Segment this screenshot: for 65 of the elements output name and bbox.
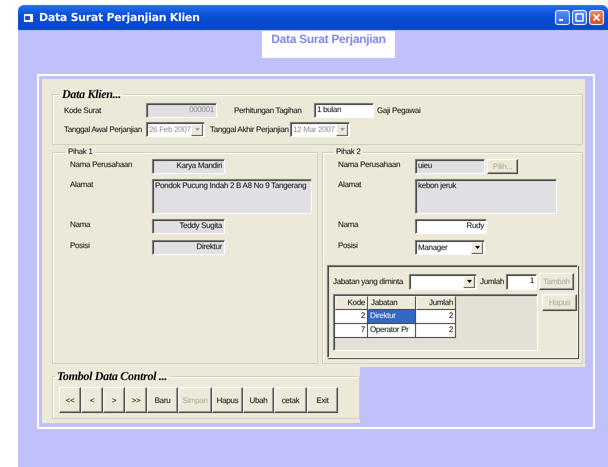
field-label: Tanggal Awal Perjanjian [64,125,143,134]
dropdown-value: 26 Feb 2007 [149,125,191,134]
close-button[interactable] [589,10,604,25]
form-heading: Data Surat Perjanjian [262,31,395,58]
text-field[interactable]: Direktur [152,240,225,255]
dropdown-button[interactable] [471,242,483,254]
table-cell: Operator Pr [368,324,416,338]
column-header[interactable]: Jabatan [368,296,416,310]
print-button[interactable]: cetak [274,387,307,413]
table-cell: 2 [416,310,456,324]
app-icon [24,12,34,22]
field-label: Perhitungan Tagihan [234,106,303,115]
field-label: Nama [70,219,92,229]
exit-button[interactable]: Exit [307,387,338,413]
field-label: Kode Surat [64,106,102,115]
table-cell: 7 [335,324,368,338]
previous-button[interactable]: < [81,387,103,413]
text-field[interactable]: Rudy [415,219,487,234]
field-label: Tanggal Akhir Perjanjian [210,125,290,134]
last-button[interactable]: >> [125,387,147,413]
dropdown-value: 12 Mar 2007 [293,125,335,134]
text-field[interactable]: 1 bulan [314,103,374,118]
table-cell: 2 [335,310,368,324]
address-field[interactable]: Pondok Pucung Indah 2 B A8 No 9 Tangerang [152,179,312,214]
field-label: Alamat [70,179,94,189]
new-button[interactable]: Baru [147,387,178,413]
field-label: Posisi [338,240,359,250]
caret-icon [194,128,200,131]
text-field[interactable]: Karya Mandiri [152,159,225,174]
first-button[interactable]: << [59,387,81,413]
edit-button[interactable]: Ubah [243,387,274,413]
caret-icon [466,280,472,283]
table-cell: Direktur [368,310,416,324]
group-title: Data Klien... [62,87,121,101]
dropdown-button[interactable] [463,276,475,288]
field-label: Gaji Pegawai [377,106,421,115]
minimize-button[interactable] [555,10,570,25]
field-label: Jumlah [480,277,504,286]
field-label: Nama [338,219,360,229]
group-title: Pihak 1 [68,147,93,156]
delete-button[interactable]: Hapus [212,387,243,413]
field-label: Alamat [338,179,362,189]
quantity-field[interactable]: 1 [506,274,537,290]
dropdown-field[interactable] [409,274,477,290]
column-header[interactable]: Kode [335,296,368,310]
text-field[interactable]: Teddy Sugita [152,219,225,234]
text-field[interactable]: uieu [415,159,485,174]
group-title: Tombol Data Control ... [57,369,168,383]
field-label: Nama Perusahaan [338,159,402,169]
caret-icon [474,246,480,249]
group-title: Pihak 2 [336,147,361,156]
column-header[interactable]: Jumlah [416,296,456,310]
field-label: Nama Perusahaan [70,159,134,169]
address-field[interactable]: kebon jeruk [415,179,557,214]
table-cell: 2 [416,324,456,338]
caret-icon [340,128,344,131]
dropdown-field[interactable]: Manager [415,240,485,255]
maximize-button[interactable] [572,10,587,25]
next-button[interactable]: > [103,387,125,413]
window-title: Data Surat Perjanjian Klien [39,11,201,24]
field-label: Jabatan yang diminta [333,277,404,286]
dropdown-value: Manager [418,243,448,252]
close-icon [592,13,601,22]
maximize-icon [575,13,584,22]
field-label: Posisi [70,240,91,250]
